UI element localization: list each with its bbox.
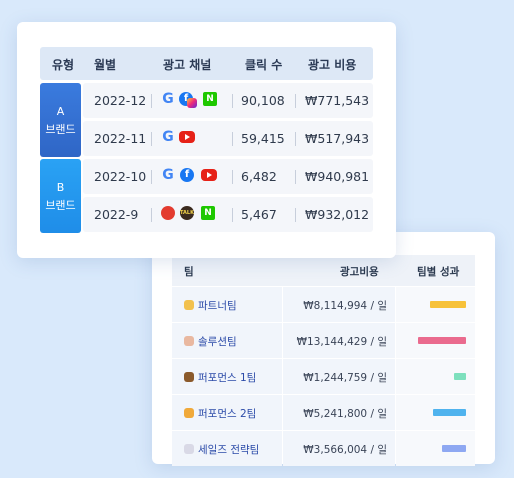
header-ad-cost: 광고비용 xyxy=(340,266,379,278)
team-cost: ₩5,241,800 / 일 xyxy=(303,408,387,420)
instagram-icon xyxy=(187,98,197,108)
naver-icon: N xyxy=(203,92,217,106)
google-icon: G xyxy=(162,91,174,107)
cost-cell: ₩771,543 xyxy=(305,93,370,108)
header-channel: 광고 채널 xyxy=(163,58,212,72)
team-name: 퍼포먼스 1팀 xyxy=(184,370,256,385)
month-cell: 2022-9 xyxy=(94,207,139,222)
table-header: 팀 광고비용 팀별 성과 xyxy=(172,255,475,286)
header-month: 월별 xyxy=(94,58,117,72)
clicks-cell: 90,108 xyxy=(241,93,285,108)
table-row: 2022-11 G 59,415 ₩517,943 xyxy=(83,121,373,156)
cost-cell: ₩932,012 xyxy=(305,207,370,222)
header-team: 팀 xyxy=(184,266,194,278)
team-cost: ₩1,244,759 / 일 xyxy=(303,372,387,384)
youtube-icon xyxy=(179,131,195,143)
group-sublabel: 브랜드 xyxy=(45,123,76,136)
group-a-brand: A 브랜드 xyxy=(40,83,81,157)
clicks-cell: 6,482 xyxy=(241,169,277,184)
month-cell: 2022-10 xyxy=(94,169,147,184)
talk-icon: TALK xyxy=(180,206,194,220)
kakao-icon xyxy=(161,206,175,220)
bear-face-icon xyxy=(184,336,194,346)
performance-bar xyxy=(433,409,466,416)
cost-cell: ₩940,981 xyxy=(305,169,370,184)
rabbit-icon xyxy=(184,444,194,454)
month-cell: 2022-12 xyxy=(94,93,147,108)
youtube-icon xyxy=(201,169,217,181)
table-row: 2022-12 G f N 90,108 ₩771,543 xyxy=(83,83,373,118)
naver-icon: N xyxy=(201,206,215,220)
team-cost: ₩3,566,004 / 일 xyxy=(303,444,387,456)
table-row: 세일즈 전략팀 ₩3,566,004 / 일 xyxy=(172,430,475,466)
team-performance-card: 팀 광고비용 팀별 성과 파트너팀 ₩8,114,994 / 일 솔루션팀 ₩1… xyxy=(152,232,495,466)
google-icon: G xyxy=(162,167,174,183)
team-name: 솔루션팀 xyxy=(184,334,237,349)
header-cost: 광고 비용 xyxy=(308,58,357,72)
table-row: 2022-10 G f 6,482 ₩940,981 xyxy=(83,159,373,194)
team-name: 파트너팀 xyxy=(184,298,237,313)
table-header: 유형 월별 광고 채널 클릭 수 광고 비용 xyxy=(40,47,373,80)
header-performance: 팀별 성과 xyxy=(417,266,460,278)
month-cell: 2022-11 xyxy=(94,131,147,146)
group-label: B xyxy=(56,181,65,194)
team-name: 세일즈 전략팀 xyxy=(184,442,259,457)
facebook-icon: f xyxy=(180,168,194,182)
lion-icon xyxy=(184,408,194,418)
cost-cell: ₩517,943 xyxy=(305,131,370,146)
performance-bar xyxy=(418,337,466,344)
team-cost: ₩8,114,994 / 일 xyxy=(303,300,387,312)
ad-channel-card: 유형 월별 광고 채널 클릭 수 광고 비용 A 브랜드 B 브랜드 2022-… xyxy=(17,22,396,258)
performance-bar xyxy=(442,445,466,452)
group-label: A xyxy=(56,105,65,118)
table-row: 퍼포먼스 2팀 ₩5,241,800 / 일 xyxy=(172,394,475,430)
clicks-cell: 5,467 xyxy=(241,207,277,222)
table-row: 솔루션팀 ₩13,144,429 / 일 xyxy=(172,322,475,358)
table-row: 파트너팀 ₩8,114,994 / 일 xyxy=(172,286,475,322)
cat-icon xyxy=(184,300,194,310)
header-clicks: 클릭 수 xyxy=(245,58,283,72)
table-row: 퍼포먼스 1팀 ₩1,244,759 / 일 xyxy=(172,358,475,394)
team-name: 퍼포먼스 2팀 xyxy=(184,406,256,421)
team-cost: ₩13,144,429 / 일 xyxy=(296,336,387,348)
group-sublabel: 브랜드 xyxy=(45,199,76,212)
google-icon: G xyxy=(162,129,174,145)
header-type: 유형 xyxy=(52,58,75,72)
bear-icon xyxy=(184,372,194,382)
performance-bar xyxy=(454,373,466,380)
performance-bar xyxy=(430,301,466,308)
clicks-cell: 59,415 xyxy=(241,131,285,146)
group-b-brand: B 브랜드 xyxy=(40,159,81,233)
table-row: 2022-9 TALK N 5,467 ₩932,012 xyxy=(83,197,373,232)
